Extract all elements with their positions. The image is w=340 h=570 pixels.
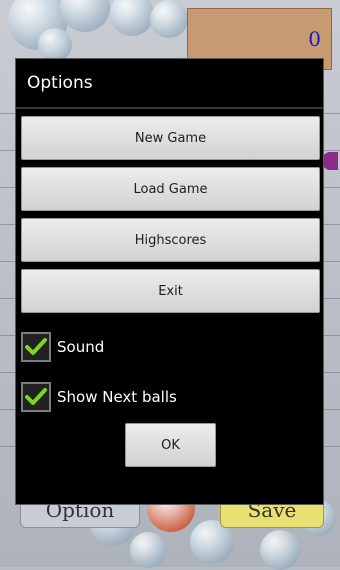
- bubble-decoration: [130, 532, 166, 568]
- bubble-decoration: [150, 0, 188, 38]
- ok-button[interactable]: OK: [125, 423, 216, 467]
- purple-ball: [322, 152, 338, 170]
- show-next-balls-checkbox[interactable]: [21, 382, 51, 412]
- title-divider: [16, 107, 323, 109]
- options-dialog: Options New Game Load Game Highscores Ex…: [15, 58, 324, 505]
- bubble-decoration: [260, 530, 300, 570]
- check-icon: [25, 338, 47, 355]
- show-next-balls-checkbox-row[interactable]: Show Next balls: [21, 380, 177, 414]
- show-next-balls-label: Show Next balls: [57, 388, 177, 406]
- sound-checkbox[interactable]: [21, 332, 51, 362]
- score-value: 0: [308, 27, 321, 51]
- new-game-button[interactable]: New Game: [21, 116, 320, 160]
- bubble-decoration: [38, 28, 72, 62]
- bubble-decoration: [110, 0, 154, 36]
- highscores-button[interactable]: Highscores: [21, 218, 320, 262]
- exit-button[interactable]: Exit: [21, 269, 320, 313]
- sound-label: Sound: [57, 338, 105, 356]
- check-icon: [25, 388, 47, 405]
- sound-checkbox-row[interactable]: Sound: [21, 330, 104, 364]
- dialog-title: Options: [27, 73, 93, 93]
- load-game-button[interactable]: Load Game: [21, 167, 320, 211]
- bubble-decoration: [60, 0, 110, 32]
